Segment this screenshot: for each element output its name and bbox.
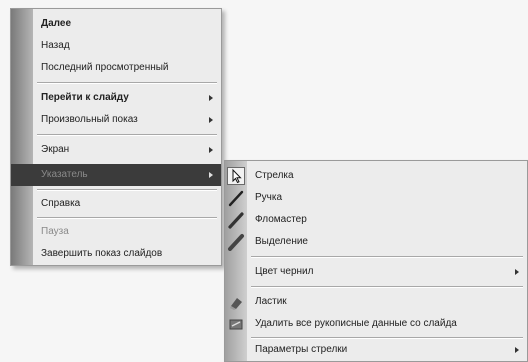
pointer-options-submenu: Стрелка Ручка Фломастер Выделение Цвет ч… xyxy=(224,160,528,362)
chevron-right-icon xyxy=(209,95,213,101)
chevron-right-icon xyxy=(209,172,213,178)
menu-item-next[interactable]: Далее xyxy=(11,13,221,35)
submenu-item-highlighter[interactable]: Выделение xyxy=(225,231,527,253)
menu-item-last-viewed[interactable]: Последний просмотренный xyxy=(11,57,221,79)
chevron-right-icon xyxy=(209,117,213,123)
submenu-item-ink-color[interactable]: Цвет чернил xyxy=(225,261,527,283)
menu-item-go-to-slide[interactable]: Перейти к слайду xyxy=(11,87,221,109)
menu-item-screen[interactable]: Экран xyxy=(11,139,221,161)
submenu-item-arrow-options[interactable]: Параметры стрелки xyxy=(225,339,527,361)
chevron-right-icon xyxy=(209,147,213,153)
submenu-item-label: Ручка xyxy=(255,192,283,203)
menu-item-pause[interactable]: Пауза xyxy=(11,221,221,243)
menu-item-label: Произвольный показ xyxy=(41,114,138,125)
eraser-icon xyxy=(230,298,242,310)
submenu-item-label: Выделение xyxy=(255,236,308,247)
menu-item-label: Далее xyxy=(41,18,72,29)
submenu-item-arrow[interactable]: Стрелка xyxy=(225,165,527,187)
submenu-item-label: Стрелка xyxy=(255,170,294,181)
felt-tip-pen-icon xyxy=(228,212,244,229)
menu-item-label: Пауза xyxy=(41,226,69,237)
pen-icon xyxy=(228,190,244,207)
menu-item-pointer-options[interactable]: Указатель xyxy=(11,164,221,186)
menu-item-label: Перейти к слайду xyxy=(41,92,129,103)
menu-item-label: Экран xyxy=(41,144,70,155)
arrow-pointer-icon xyxy=(227,167,245,185)
slideshow-context-menu: Далее Назад Последний просмотренный Пере… xyxy=(10,8,222,266)
submenu-item-felt-tip-pen[interactable]: Фломастер xyxy=(225,209,527,231)
submenu-item-eraser[interactable]: Ластик xyxy=(225,291,527,313)
erase-all-ink-icon xyxy=(229,319,243,330)
menu-separator xyxy=(251,286,523,288)
menu-item-label: Указатель xyxy=(41,169,88,180)
menu-item-end-show[interactable]: Завершить показ слайдов xyxy=(11,243,221,265)
submenu-item-label: Параметры стрелки xyxy=(255,344,348,355)
submenu-item-label: Фломастер xyxy=(255,214,307,225)
menu-separator xyxy=(37,82,217,84)
submenu-item-ballpoint-pen[interactable]: Ручка xyxy=(225,187,527,209)
submenu-item-erase-all-ink[interactable]: Удалить все рукописные данные со слайда xyxy=(225,313,527,335)
menu-item-label: Завершить показ слайдов xyxy=(41,248,163,259)
menu-separator xyxy=(37,189,217,191)
menu-item-label: Назад xyxy=(41,40,70,51)
menu-separator xyxy=(251,256,523,258)
menu-separator xyxy=(37,217,217,219)
menu-item-previous[interactable]: Назад xyxy=(11,35,221,57)
submenu-item-label: Удалить все рукописные данные со слайда xyxy=(255,318,457,329)
submenu-item-label: Цвет чернил xyxy=(255,266,314,277)
chevron-right-icon xyxy=(515,269,519,275)
menu-item-custom-show[interactable]: Произвольный показ xyxy=(11,109,221,131)
highlighter-icon xyxy=(228,234,244,251)
menu-item-label: Последний просмотренный xyxy=(41,62,169,73)
submenu-item-label: Ластик xyxy=(255,296,287,307)
chevron-right-icon xyxy=(515,347,519,353)
menu-separator xyxy=(37,134,217,136)
menu-item-label: Справка xyxy=(41,198,81,209)
menu-item-help[interactable]: Справка xyxy=(11,193,221,215)
